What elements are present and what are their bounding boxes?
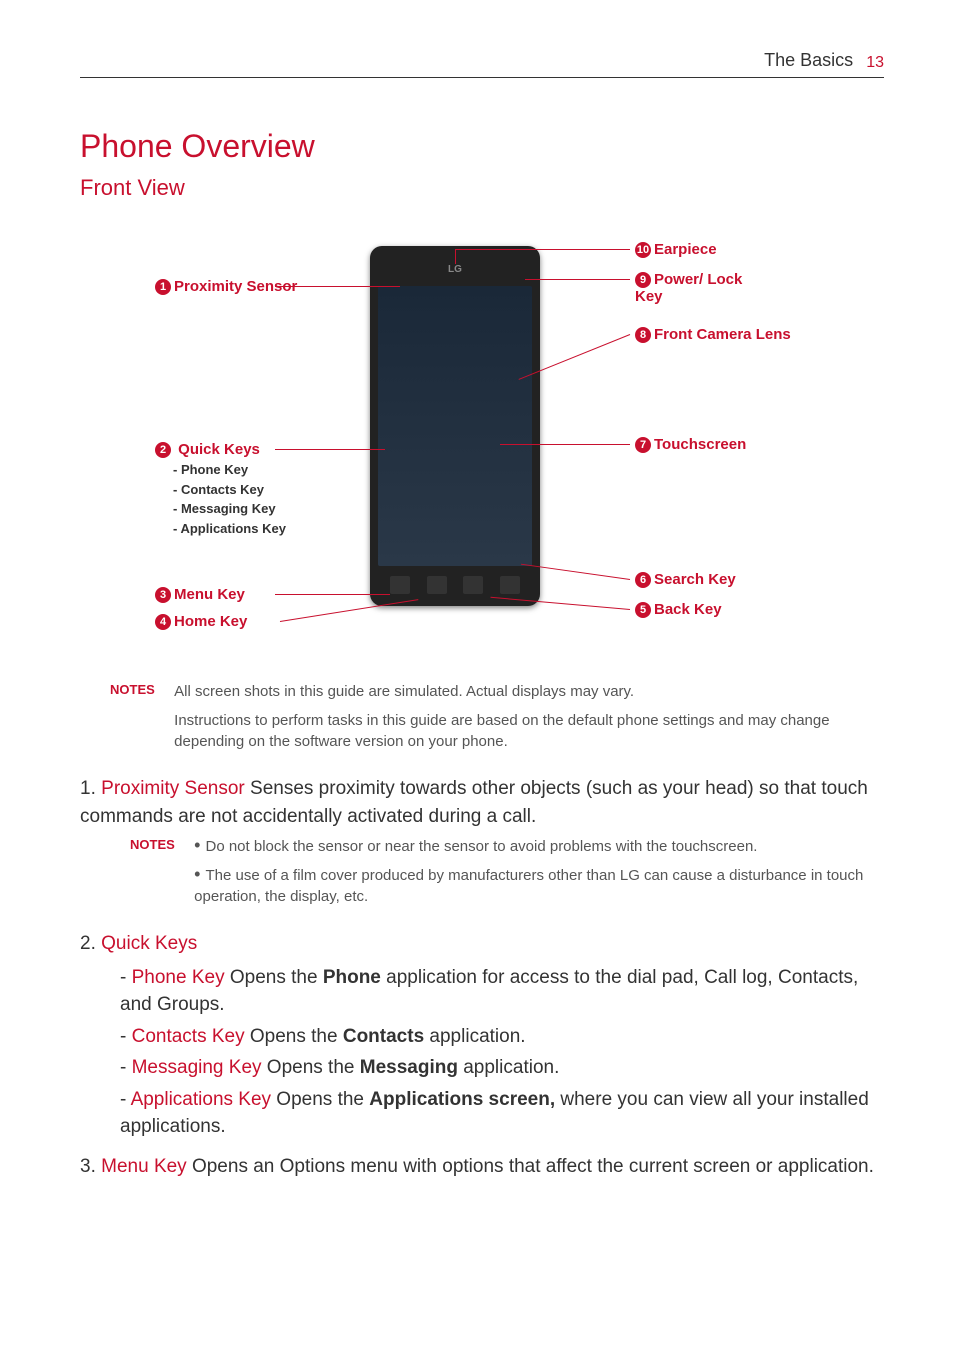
item-1-number: 1.	[80, 778, 96, 799]
item-2-phone-key: Phone Key	[132, 967, 225, 988]
callout-2-sub-phone: - Phone Key	[173, 460, 286, 480]
callout-10-line	[455, 249, 630, 250]
notes-1-p2: Instructions to perform tasks in this gu…	[174, 710, 878, 752]
callout-number-8: 8	[635, 327, 651, 343]
callout-3-line	[275, 594, 390, 595]
item-2: 2. Quick Keys	[80, 930, 884, 958]
item-1-key: Proximity Sensor	[101, 778, 245, 799]
item-2-apps-bold: Applications screen,	[369, 1089, 555, 1110]
page-title: Phone Overview	[80, 128, 884, 165]
callout-10: 10Earpiece	[635, 241, 717, 258]
item-2-number: 2.	[80, 933, 96, 954]
item-2-apps-a: Opens the	[271, 1089, 369, 1110]
callout-7-line	[500, 444, 630, 445]
callout-2: 2 Quick Keys - Phone Key - Contacts Key …	[155, 441, 286, 538]
phone-softkeys	[382, 576, 528, 594]
phone-diagram: LG 1Proximity Sensor 2 Quick Keys - Phon…	[80, 231, 884, 661]
item-1: 1. Proximity Sensor Senses proximity tow…	[80, 775, 884, 830]
item-2-key: Quick Keys	[101, 933, 197, 954]
item-2-sub-messaging: - Messaging Key Opens the Messaging appl…	[120, 1054, 884, 1082]
item-3-number: 3.	[80, 1156, 96, 1177]
item-2-contacts-key: Contacts Key	[132, 1026, 245, 1047]
callout-2-line	[275, 449, 385, 450]
callout-5: 5Back Key	[635, 601, 722, 618]
callout-2-sub-messaging: - Messaging Key	[173, 499, 286, 519]
callout-3-text: Menu Key	[174, 586, 245, 603]
callout-8-text: Front Camera Lens	[654, 326, 791, 343]
callout-9-text: Power/ Lock Key	[635, 271, 742, 305]
callout-10-text: Earpiece	[654, 241, 717, 258]
callout-2-sub-contacts: - Contacts Key	[173, 480, 286, 500]
item-3-text: Opens an Options menu with options that …	[187, 1156, 874, 1177]
notes-2-b2: • The use of a film cover produced by ma…	[194, 865, 878, 907]
callout-5-text: Back Key	[654, 601, 722, 618]
item-2-contacts-bold: Contacts	[343, 1026, 424, 1047]
callout-6: 6Search Key	[635, 571, 736, 588]
callout-number-2: 2	[155, 442, 171, 458]
item-2-sub-phone: - Phone Key Opens the Phone application …	[120, 964, 884, 1019]
section-title: The Basics	[764, 50, 853, 70]
notes-2-b1: • Do not block the sensor or near the se…	[194, 836, 878, 857]
item-2-msg-a: Opens the	[262, 1057, 360, 1078]
page-number: 13	[866, 54, 884, 71]
notes-2-b2-text: The use of a film cover produced by manu…	[194, 867, 863, 905]
item-2-phone-a: Opens the	[225, 967, 323, 988]
callout-8: 8Front Camera Lens	[635, 326, 815, 343]
callout-number-3: 3	[155, 587, 171, 603]
item-2-apps-key: Applications Key	[131, 1089, 271, 1110]
callout-number-5: 5	[635, 602, 651, 618]
callout-1-line	[275, 286, 400, 287]
notes-block-1: NOTES All screen shots in this guide are…	[110, 681, 884, 760]
callout-6-text: Search Key	[654, 571, 736, 588]
item-3-key: Menu Key	[101, 1156, 187, 1177]
notes-label-2: NOTES	[130, 836, 190, 854]
callout-7-text: Touchscreen	[654, 436, 746, 453]
callout-number-7: 7	[635, 437, 651, 453]
item-2-msg-b: application.	[458, 1057, 559, 1078]
item-2-msg-key: Messaging Key	[132, 1057, 262, 1078]
notes-label-1: NOTES	[110, 681, 170, 699]
callout-number-1: 1	[155, 279, 171, 295]
notes-1-p1: All screen shots in this guide are simul…	[174, 681, 878, 702]
item-2-sub-contacts: - Contacts Key Opens the Contacts applic…	[120, 1023, 884, 1051]
callout-7: 7Touchscreen	[635, 436, 746, 453]
callout-number-10: 10	[635, 242, 651, 258]
phone-screen	[378, 286, 532, 566]
callout-2-sublist: - Phone Key - Contacts Key - Messaging K…	[173, 460, 286, 538]
callout-10-line-v	[455, 249, 456, 264]
item-2-phone-bold: Phone	[323, 967, 381, 988]
item-3: 3. Menu Key Opens an Options menu with o…	[80, 1153, 884, 1181]
callout-4-line	[280, 599, 418, 622]
callout-9: 9Power/ Lock Key	[635, 271, 765, 305]
callout-number-9: 9	[635, 272, 651, 288]
phone-logo: LG	[370, 264, 540, 275]
item-2-contacts-a: Opens the	[245, 1026, 343, 1047]
callout-2-text: Quick Keys	[178, 441, 260, 458]
item-2-contacts-b: application.	[424, 1026, 525, 1047]
page-subtitle: Front View	[80, 175, 884, 201]
item-2-sub-apps: - Applications Key Opens the Application…	[120, 1086, 884, 1141]
callout-2-sub-applications: - Applications Key	[173, 519, 286, 539]
callout-number-6: 6	[635, 572, 651, 588]
callout-9-line	[525, 279, 630, 280]
callout-4-text: Home Key	[174, 613, 247, 630]
page-header: The Basics 13	[80, 50, 884, 78]
notes-2-b1-text: Do not block the sensor or near the sens…	[205, 838, 757, 855]
phone-illustration: LG	[370, 246, 540, 606]
notes-body-1: All screen shots in this guide are simul…	[174, 681, 878, 760]
callout-3: 3Menu Key	[155, 586, 245, 603]
item-2-msg-bold: Messaging	[360, 1057, 458, 1078]
notes-body-2: • Do not block the sensor or near the se…	[194, 836, 878, 915]
notes-block-2: NOTES • Do not block the sensor or near …	[130, 836, 884, 915]
callout-4: 4Home Key	[155, 613, 247, 630]
callout-number-4: 4	[155, 614, 171, 630]
